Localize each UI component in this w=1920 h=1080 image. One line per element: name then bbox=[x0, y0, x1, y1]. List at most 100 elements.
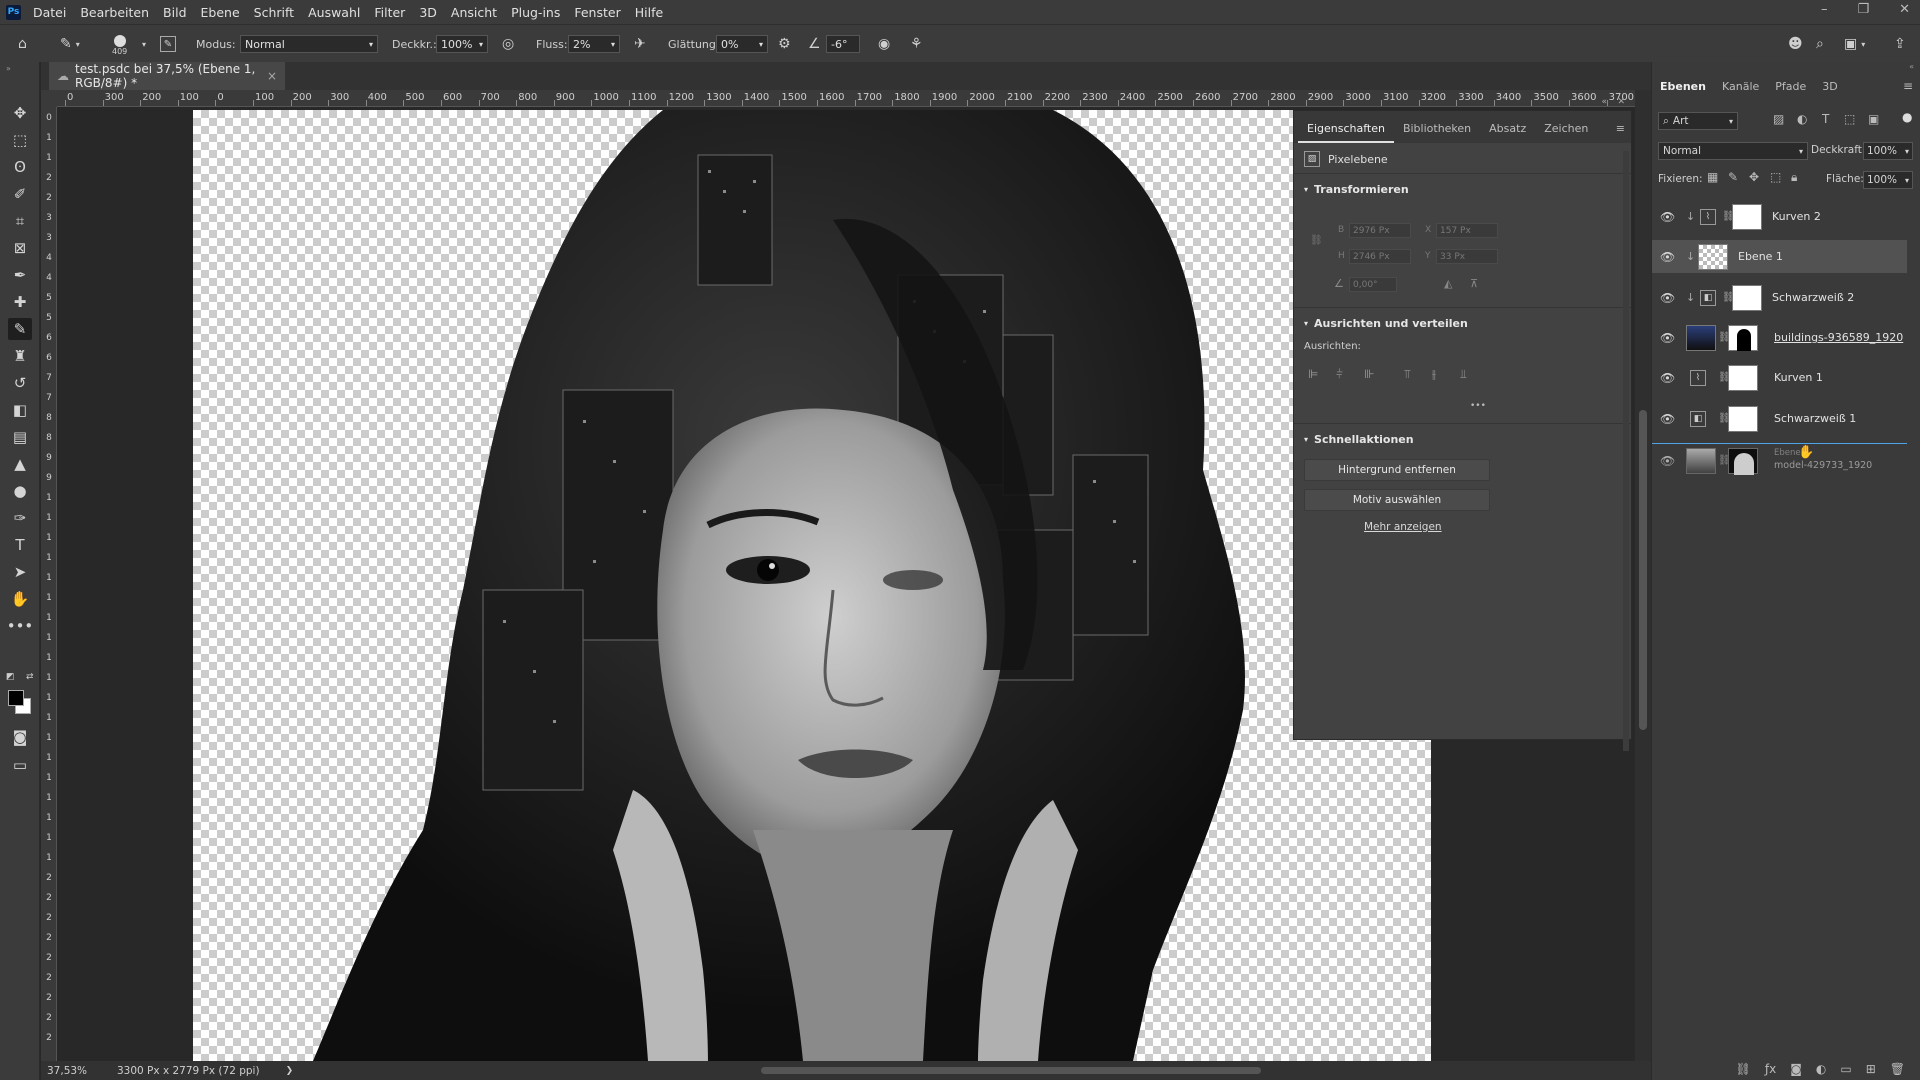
document-tab[interactable]: ☁ test.psdc bei 37,5% (Ebene 1, RGB/8#) … bbox=[49, 62, 285, 90]
layer-row-schwarzweiss-2[interactable]: 👁︎ ↓ ◧ ⛓ Schwarzweiß 2 bbox=[1652, 281, 1907, 314]
layer-row-schwarzweiss-1[interactable]: 👁︎ ◧ ⛓ Schwarzweiß 1 bbox=[1652, 402, 1907, 435]
align-bottom-icon[interactable]: ⫫ bbox=[1460, 367, 1467, 382]
brush-tool-icon[interactable]: ✎ bbox=[8, 318, 32, 340]
pen-tool-icon[interactable]: ✑ bbox=[8, 507, 32, 529]
move-tool-icon[interactable]: ✥ bbox=[8, 102, 32, 124]
layer-mask-thumbnail[interactable] bbox=[1728, 364, 1758, 391]
select-subject-button[interactable]: Motiv auswählen bbox=[1304, 489, 1490, 511]
visibility-eye-icon[interactable]: 👁︎ bbox=[1660, 412, 1675, 426]
tab-zeichen[interactable]: Zeichen bbox=[1535, 122, 1597, 143]
lock-position-icon[interactable]: ✥ bbox=[1749, 170, 1759, 184]
swap-colors-icon[interactable]: ⇄ bbox=[26, 672, 34, 682]
minimize-button[interactable]: – bbox=[1821, 2, 1828, 17]
menu-schrift[interactable]: Schrift bbox=[254, 5, 294, 20]
status-expand-icon[interactable]: ❯ bbox=[286, 1066, 294, 1076]
airbrush-icon[interactable]: ✈ bbox=[634, 25, 646, 63]
new-group-icon[interactable]: ▭ bbox=[1840, 1062, 1851, 1076]
layer-name[interactable]: Kurven 1 bbox=[1774, 371, 1823, 384]
menu-hilfe[interactable]: Hilfe bbox=[635, 5, 663, 20]
filter-adjustment-icon[interactable]: ◐ bbox=[1797, 112, 1807, 126]
restore-button[interactable]: ❐ bbox=[1857, 2, 1869, 17]
layer-name[interactable]: Schwarzweiß 2 bbox=[1772, 291, 1854, 304]
menu-fenster[interactable]: Fenster bbox=[574, 5, 620, 20]
fill-input[interactable]: 100% ▾ bbox=[1863, 171, 1913, 189]
stamp-tool-icon[interactable]: ♜ bbox=[8, 345, 32, 367]
fx-icon[interactable]: ƒx bbox=[1765, 1062, 1776, 1076]
link-layers-icon[interactable]: ⛓ bbox=[1736, 1062, 1751, 1076]
blend-mode-select[interactable]: Normal ▾ bbox=[1658, 142, 1808, 160]
visibility-eye-icon[interactable]: 👁︎ bbox=[1660, 331, 1675, 345]
crop-tool-icon[interactable]: ⌗ bbox=[8, 210, 32, 232]
document-canvas[interactable] bbox=[193, 110, 1431, 1061]
new-layer-icon[interactable]: ⊞ bbox=[1866, 1062, 1876, 1076]
menu-datei[interactable]: Datei bbox=[33, 5, 66, 20]
close-panel-icon[interactable]: ✕ bbox=[1617, 97, 1625, 107]
menu-bild[interactable]: Bild bbox=[163, 5, 186, 20]
shape-tool-icon[interactable]: ✋ bbox=[8, 588, 32, 610]
layer-mask-thumbnail[interactable] bbox=[1728, 324, 1758, 351]
properties-scrollbar[interactable] bbox=[1623, 151, 1629, 751]
horizontal-scrollbar[interactable] bbox=[331, 1066, 1651, 1075]
tab-bibliotheken[interactable]: Bibliotheken bbox=[1394, 122, 1480, 143]
filter-shape-icon[interactable]: ⬚ bbox=[1844, 112, 1855, 126]
align-middle-v-icon[interactable]: ⫲ bbox=[1432, 367, 1436, 382]
menu-ebene[interactable]: Ebene bbox=[201, 5, 240, 20]
x-input[interactable]: 157 Px bbox=[1436, 223, 1498, 238]
share-icon[interactable]: ⇪ bbox=[1894, 25, 1906, 63]
height-input[interactable]: 2746 Px bbox=[1349, 249, 1411, 264]
flow-input[interactable]: 2% ▾ bbox=[568, 35, 620, 53]
more-tools-icon[interactable]: ••• bbox=[7, 615, 34, 637]
gradient-tool-icon[interactable]: ▤ bbox=[8, 426, 32, 448]
align-section-header[interactable]: ▾ Ausrichten und verteilen bbox=[1304, 317, 1468, 330]
brush-dropdown-icon[interactable]: ▾ bbox=[142, 25, 146, 63]
panel-menu-icon[interactable]: ≡ bbox=[1616, 122, 1625, 135]
lock-artboard-icon[interactable]: ⬚ bbox=[1770, 170, 1781, 184]
align-top-icon[interactable]: ⫪ bbox=[1404, 367, 1411, 382]
layer-filter-select[interactable]: ⌕ Art ▾ bbox=[1658, 112, 1738, 130]
brush-tool-preset-icon[interactable]: ✎ ▾ bbox=[60, 25, 80, 63]
lock-pixels-icon[interactable]: ✎ bbox=[1728, 170, 1738, 184]
search-icon[interactable]: ⌕ bbox=[1816, 25, 1824, 63]
home-icon[interactable]: ⌂ bbox=[18, 25, 27, 63]
tab-pfade[interactable]: Pfade bbox=[1775, 80, 1806, 93]
brush-settings-icon[interactable]: ✎ bbox=[160, 25, 176, 63]
y-input[interactable]: 33 Px bbox=[1436, 249, 1498, 264]
visibility-eye-icon[interactable]: 👁︎ bbox=[1660, 250, 1675, 264]
layer-thumbnail[interactable] bbox=[1686, 447, 1716, 474]
layer-name[interactable]: buildings-936589_1920 bbox=[1774, 331, 1903, 344]
filter-toggle-icon[interactable]: ● bbox=[1902, 110, 1912, 124]
collapse-panel-icon[interactable]: « bbox=[1601, 97, 1607, 107]
layer-thumbnail[interactable] bbox=[1698, 243, 1728, 270]
collapse-icon[interactable]: « bbox=[1909, 62, 1914, 71]
layer-name[interactable]: Schwarzweiß 1 bbox=[1774, 412, 1856, 425]
panel-menu-icon[interactable]: ≡ bbox=[1903, 79, 1913, 93]
menu-ansicht[interactable]: Ansicht bbox=[451, 5, 497, 20]
layer-name[interactable]: Kurven 2 bbox=[1772, 210, 1821, 223]
layer-row-ebene-1[interactable]: 👁︎ ↓ Ebene 1 bbox=[1652, 240, 1907, 273]
screen-mode-icon[interactable]: ▭ bbox=[8, 754, 32, 776]
angle-input[interactable]: 0,00° bbox=[1349, 277, 1397, 292]
tab-eigenschaften[interactable]: Eigenschaften bbox=[1298, 122, 1394, 143]
blur-tool-icon[interactable]: ▲ bbox=[8, 453, 32, 475]
layer-mask-thumbnail[interactable] bbox=[1728, 447, 1758, 475]
delete-layer-icon[interactable]: 🗑︎ bbox=[1890, 1062, 1905, 1076]
align-center-h-icon[interactable]: ⫩ bbox=[1336, 367, 1343, 382]
healing-brush-tool-icon[interactable]: ✚ bbox=[8, 291, 32, 313]
user-icon[interactable]: ☻ bbox=[1788, 25, 1803, 63]
new-adjustment-icon[interactable]: ◐ bbox=[1816, 1062, 1826, 1076]
layer-row-kurven-2[interactable]: 👁︎ ↓ ⌇ ⛓ Kurven 2 bbox=[1652, 200, 1907, 233]
dodge-tool-icon[interactable]: ● bbox=[8, 480, 32, 502]
mode-select[interactable]: Normal ▾ bbox=[240, 35, 378, 53]
vertical-scroll-thumb[interactable] bbox=[1639, 410, 1647, 730]
flip-vertical-icon[interactable]: ⊼ bbox=[1470, 277, 1478, 290]
eraser-tool-icon[interactable]: ◧ bbox=[8, 399, 32, 421]
width-input[interactable]: 2976 Px bbox=[1349, 223, 1411, 238]
layer-row-model[interactable]: 👁︎ ⛓ Ebene 1 model-429733_1920 bbox=[1652, 444, 1907, 477]
quick-mask-icon[interactable]: ◙ bbox=[8, 726, 32, 748]
menu-filter[interactable]: Filter bbox=[374, 5, 405, 20]
workspace-icon[interactable]: ▣ ▾ bbox=[1844, 25, 1865, 63]
link-icon[interactable]: ⛓ bbox=[1310, 235, 1323, 246]
tab-absatz[interactable]: Absatz bbox=[1480, 122, 1535, 143]
opacity-input[interactable]: 100% ▾ bbox=[436, 35, 488, 53]
flip-horizontal-icon[interactable]: ◭ bbox=[1444, 277, 1452, 290]
